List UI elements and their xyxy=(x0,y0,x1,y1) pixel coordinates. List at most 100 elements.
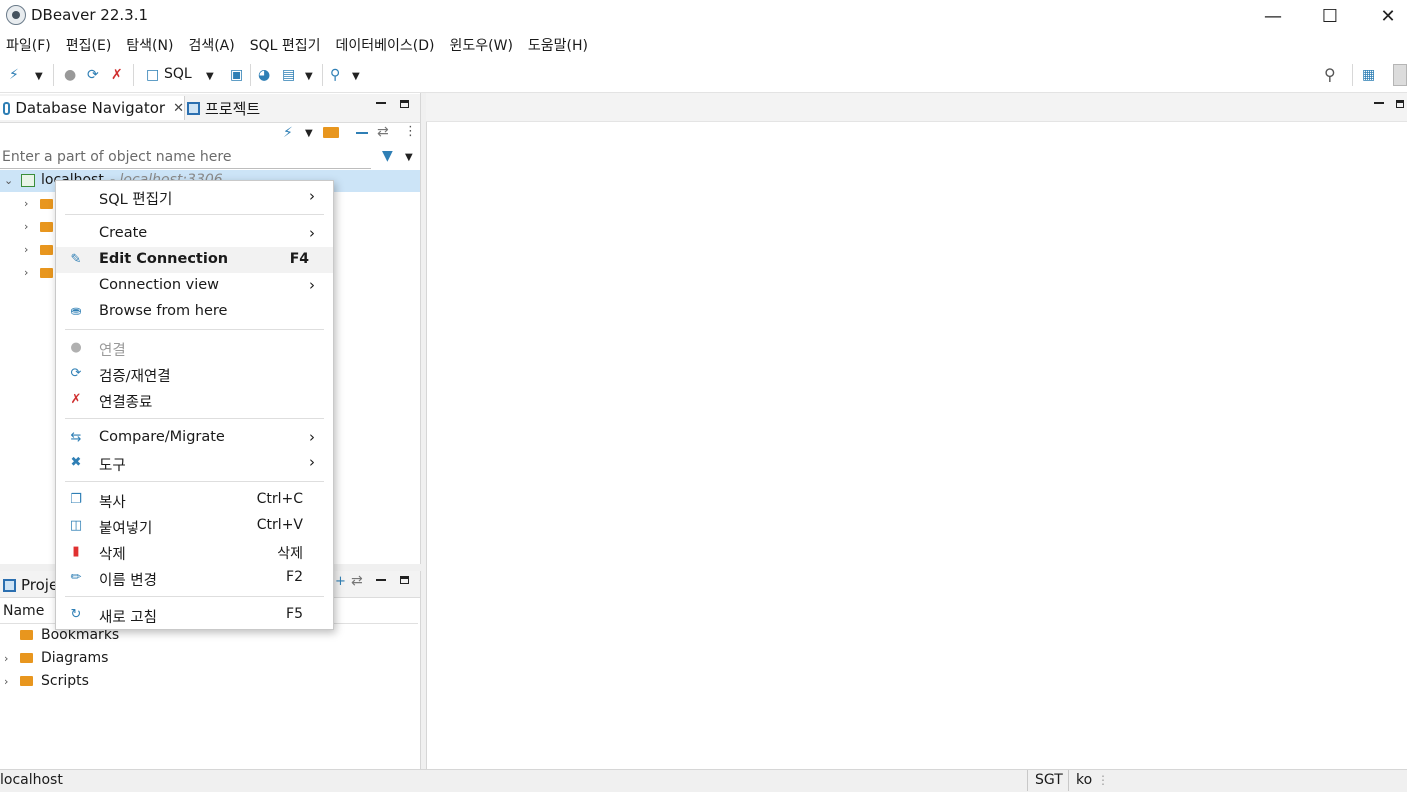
dashboard-icon[interactable]: ◕ xyxy=(258,67,270,83)
maximize-panel-icon[interactable] xyxy=(400,100,409,108)
search-dropdown-icon[interactable]: ▼ xyxy=(352,69,360,85)
plug-icon: ● xyxy=(70,340,82,355)
editor-area xyxy=(426,93,1407,769)
projects-maximize-icon[interactable] xyxy=(400,576,409,584)
project-item[interactable]: Scripts xyxy=(41,673,89,689)
menu-item-label: Browse from here xyxy=(99,303,228,319)
menu-item-label: 새로 고침 xyxy=(99,610,157,626)
menu-help[interactable]: 도움말(H) xyxy=(522,35,597,55)
scripts-folder-icon xyxy=(20,676,33,686)
minimize-panel-icon[interactable] xyxy=(376,102,386,104)
menu-window[interactable]: 윈도우(W) xyxy=(444,35,522,55)
tab-projects[interactable]: 프로젝트 xyxy=(187,96,287,120)
minimize-button[interactable]: — xyxy=(1244,0,1302,32)
sql-button-label[interactable]: SQL xyxy=(164,66,192,82)
close-tab-icon[interactable]: ✕ xyxy=(173,101,184,116)
close-button[interactable]: ✕ xyxy=(1359,0,1407,32)
rename-icon: ✏ xyxy=(70,570,82,585)
collapse-all-icon[interactable] xyxy=(356,132,368,134)
new-connection-icon[interactable]: ⚡ xyxy=(9,67,19,83)
menu-sql-editor[interactable]: SQL 편집기 xyxy=(244,35,330,55)
perspective-dbeaver-icon[interactable] xyxy=(1393,64,1407,86)
database-navigator-icon xyxy=(3,101,11,115)
menu-item-browse-from-here[interactable]: ⛂ Browse from here xyxy=(56,299,333,325)
editor-minimize-icon[interactable] xyxy=(1374,102,1384,104)
disconnect-icon[interactable]: ✗ xyxy=(111,67,123,83)
expand-chevron-icon[interactable]: ⌄ xyxy=(4,174,13,187)
tree-chevron-icon[interactable]: › xyxy=(24,220,28,233)
menu-item-connect: ● 연결 xyxy=(56,335,333,361)
lock-icon[interactable]: ▣ xyxy=(230,67,243,83)
filter-icon[interactable]: ▼ xyxy=(382,148,393,164)
filter-dropdown-icon[interactable]: ▼ xyxy=(405,152,413,163)
status-locale[interactable]: ko xyxy=(1076,772,1092,788)
window-title: DBeaver 22.3.1 xyxy=(31,6,149,24)
dbeaver-logo-icon xyxy=(6,5,26,25)
sql-editor-icon[interactable]: □ xyxy=(146,67,159,83)
delete-icon: ▮ xyxy=(72,544,80,559)
submenu-arrow-icon: › xyxy=(309,276,315,294)
refresh-icon: ↻ xyxy=(70,607,82,622)
search-icon[interactable]: ⚲ xyxy=(330,67,340,83)
menu-item-disconnect[interactable]: ✗ 연결종료 xyxy=(56,387,333,413)
menu-item-label: Create xyxy=(99,225,148,241)
menu-edit[interactable]: 편집(E) xyxy=(60,35,121,55)
menu-navigate[interactable]: 탐색(N) xyxy=(120,35,182,55)
administer-folder-icon xyxy=(40,245,53,255)
projects-panel-label: Proje xyxy=(21,576,59,594)
projects-link-icon[interactable]: ⇄ xyxy=(351,573,363,589)
global-search-icon[interactable]: ⚲ xyxy=(1324,67,1336,83)
menu-item-reconnect[interactable]: ⟳ 검증/재연결 xyxy=(56,361,333,387)
menu-item-shortcut: F4 xyxy=(289,251,309,267)
tree-chevron-icon[interactable]: › xyxy=(24,266,28,279)
link-with-editor-icon[interactable]: ⇄ xyxy=(377,124,389,140)
menu-item-delete[interactable]: ▮ 삭제 삭제 xyxy=(56,539,333,565)
nav-new-connection-icon[interactable]: ⚡ xyxy=(283,125,293,141)
copy-icon: ❐ xyxy=(70,492,82,507)
menu-file[interactable]: 파일(F) xyxy=(0,35,60,55)
new-connection-dropdown-icon[interactable]: ▼ xyxy=(35,69,43,85)
tab-database-navigator[interactable]: Database Navigator ✕ xyxy=(0,96,185,120)
nav-new-connection-dropdown-icon[interactable]: ▼ xyxy=(305,128,313,139)
menu-item-refresh[interactable]: ↻ 새로 고침 F5 xyxy=(56,602,333,628)
view-menu-icon[interactable]: ⋮ xyxy=(404,124,417,139)
projects-add-icon[interactable]: + xyxy=(335,574,346,589)
status-bar xyxy=(0,769,1407,792)
connect-icon[interactable]: ● xyxy=(64,67,76,83)
status-timezone[interactable]: SGT xyxy=(1035,772,1063,788)
menu-item-sql-editor[interactable]: SQL 편집기 › xyxy=(56,184,333,210)
projects-minimize-icon[interactable] xyxy=(376,579,386,581)
pencil-icon: ✎ xyxy=(70,252,82,267)
column-name-header[interactable]: Name xyxy=(3,603,44,619)
maximize-button[interactable]: ☐ xyxy=(1301,0,1359,32)
tree-chevron-icon[interactable]: › xyxy=(24,243,28,256)
tree-chevron-icon[interactable]: › xyxy=(4,675,8,688)
menu-item-rename[interactable]: ✏ 이름 변경 F2 xyxy=(56,565,333,591)
menu-item-copy[interactable]: ❐ 복사 Ctrl+C xyxy=(56,487,333,513)
menu-database[interactable]: 데이터베이스(D) xyxy=(330,35,444,55)
tree-chevron-icon[interactable]: › xyxy=(4,652,8,665)
tab-projects-panel[interactable]: Proje xyxy=(0,573,58,597)
menu-item-create[interactable]: Create › xyxy=(56,221,333,247)
system-info-folder-icon xyxy=(40,268,53,278)
new-folder-icon[interactable] xyxy=(323,127,339,138)
users-folder-icon xyxy=(40,222,53,232)
open-perspective-icon[interactable]: ▦ xyxy=(1362,67,1375,83)
project-item[interactable]: Diagrams xyxy=(41,650,108,666)
menu-item-compare-migrate[interactable]: ⇆ Compare/Migrate › xyxy=(56,425,333,451)
menu-item-label: Compare/Migrate xyxy=(99,429,225,445)
menu-item-label: Connection view xyxy=(99,277,220,293)
menu-item-edit-connection[interactable]: ✎ Edit Connection F4 xyxy=(56,247,333,273)
menu-item-connection-view[interactable]: Connection view › xyxy=(56,273,333,299)
transaction-icon[interactable]: ▤ xyxy=(282,67,295,83)
menu-search[interactable]: 검색(A) xyxy=(182,35,243,55)
sql-dropdown-icon[interactable]: ▼ xyxy=(206,69,214,85)
menu-item-tools[interactable]: ✖ 도구 › xyxy=(56,450,333,476)
reconnect-icon: ⟳ xyxy=(70,366,82,381)
tree-chevron-icon[interactable]: › xyxy=(24,197,28,210)
editor-maximize-icon[interactable] xyxy=(1396,100,1404,108)
reconnect-icon[interactable]: ⟳ xyxy=(87,67,99,83)
object-filter-input[interactable] xyxy=(0,145,371,169)
transaction-dropdown-icon[interactable]: ▼ xyxy=(305,69,313,85)
menu-item-paste[interactable]: ◫ 붙여넣기 Ctrl+V xyxy=(56,513,333,539)
